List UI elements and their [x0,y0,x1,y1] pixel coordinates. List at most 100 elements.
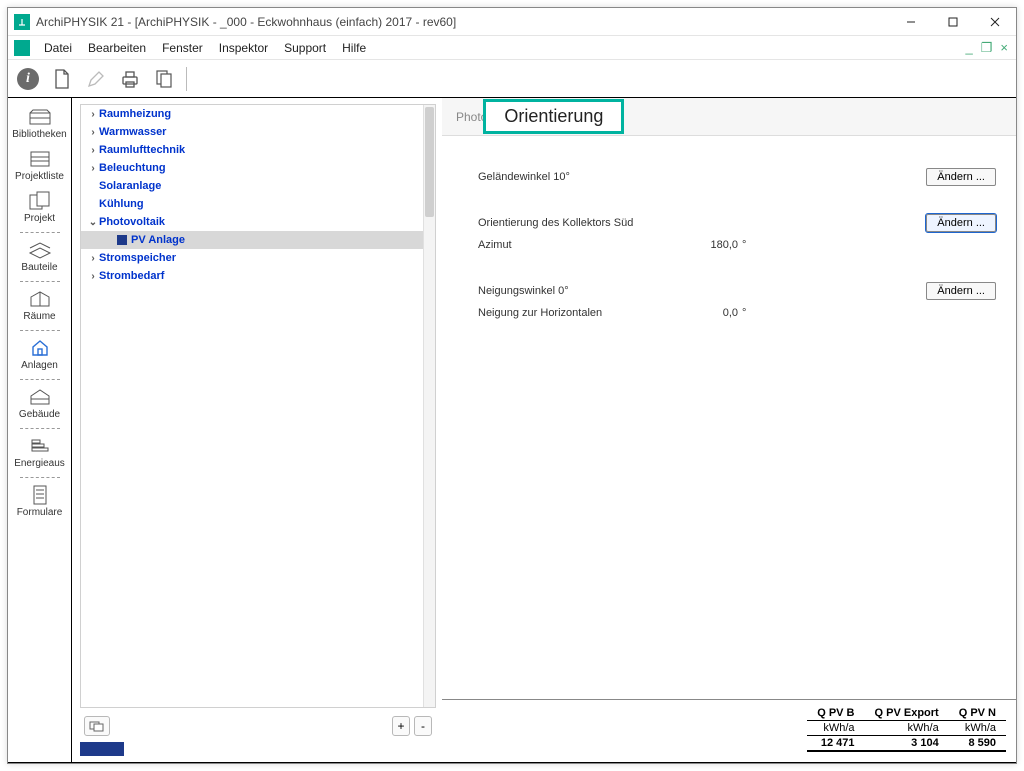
app-icon [14,14,30,30]
pv-node-icon [117,235,127,245]
sidebar-item-gebaeude[interactable]: Gebäude [12,384,68,424]
orientierung-change-button[interactable]: Ändern ... [926,214,996,232]
sidebar-item-anlagen[interactable]: Anlagen [12,335,68,375]
sidebar-label: Energieaus [14,458,65,469]
chevron-right-icon: › [87,127,99,138]
tree[interactable]: ›Raumheizung ›Warmwasser ›Raumlufttechni… [80,104,436,708]
totals: Q PV B Q PV Export Q PV N kWh/a kWh/a kW… [442,699,1016,762]
totals-unit: kWh/a [865,721,949,736]
gelaendewinkel-change-button[interactable]: Ändern ... [926,168,996,186]
sidebar-item-projektliste[interactable]: Projektliste [12,146,68,186]
totals-value: 8 590 [949,736,1006,752]
azimut-label: Azimut [478,239,678,251]
sidebar-item-raeume[interactable]: Räume [12,286,68,326]
close-button[interactable] [974,8,1016,36]
sidebar-item-projekt[interactable]: Projekt [12,188,68,228]
mdi-restore-icon[interactable]: ❐ [977,40,997,56]
tree-item-beleuchtung[interactable]: ›Beleuchtung [81,159,435,177]
rooms-icon [27,288,53,310]
info-button[interactable]: i [14,65,42,93]
tree-toolbar: + - [80,716,436,736]
maximize-button[interactable] [932,8,974,36]
tab-orientierung[interactable]: Orientierung [483,99,624,134]
library-icon [27,106,53,128]
sidebar-item-bibliotheken[interactable]: Bibliotheken [12,104,68,144]
orientierung-label: Orientierung des Kollektors Süd [478,217,678,229]
totals-value: 3 104 [865,736,949,752]
menu-app-icon [14,40,30,56]
minimize-button[interactable] [890,8,932,36]
chevron-right-icon: › [87,145,99,156]
group-orientierung: Orientierung des Kollektors Süd Ändern .… [478,212,996,256]
menu-fenster[interactable]: Fenster [154,41,211,55]
tree-remove-button[interactable]: - [414,716,432,736]
menu-support[interactable]: Support [276,41,334,55]
tree-panel: ›Raumheizung ›Warmwasser ›Raumlufttechni… [72,98,442,762]
neigung-change-button[interactable]: Ändern ... [926,282,996,300]
forms-icon [27,484,53,506]
chevron-down-icon: ⌄ [87,217,99,228]
totals-header: Q PV B [807,706,864,721]
new-file-button[interactable] [48,65,76,93]
sidebar-item-energieausweis[interactable]: Energieaus [12,433,68,473]
detail-panel: Photo Orientierung Geländewinkel 10° Änd… [442,98,1016,762]
azimut-unit: ° [738,239,754,251]
project-list-icon [27,148,53,170]
totals-header: Q PV Export [865,706,949,721]
tree-item-stromspeicher[interactable]: ›Stromspeicher [81,249,435,267]
project-icon [27,190,53,212]
sidebar: Bibliotheken Projektliste Projekt Bautei… [8,98,72,762]
menu-bearbeiten[interactable]: Bearbeiten [80,41,154,55]
sidebar-divider [20,477,60,478]
sidebar-label: Projektliste [15,171,64,182]
totals-value: 12 471 [807,736,864,752]
print-button[interactable] [116,65,144,93]
sidebar-divider [20,379,60,380]
tree-add-button[interactable]: + [392,716,410,736]
totals-unit: kWh/a [949,721,1006,736]
tree-duplicate-button[interactable] [84,716,110,736]
sidebar-item-formulare[interactable]: Formulare [12,482,68,522]
sidebar-item-bauteile[interactable]: Bauteile [12,237,68,277]
components-icon [27,239,53,261]
edit-button[interactable] [82,65,110,93]
mdi-minimize-icon[interactable]: _ [962,40,977,55]
menu-datei[interactable]: Datei [36,41,80,55]
sidebar-label: Projekt [24,213,55,224]
building-icon [27,386,53,408]
neigung-horizontal-value: 0,0 [678,307,738,319]
sidebar-label: Anlagen [21,360,58,371]
group-neigung: Neigungswinkel 0° Ändern ... Neigung zur… [478,280,996,324]
menubar: Datei Bearbeiten Fenster Inspektor Suppo… [8,36,1016,60]
tree-scrollbar[interactable] [423,105,435,707]
tree-item-pv-anlage[interactable]: PV Anlage [81,231,435,249]
menu-hilfe[interactable]: Hilfe [334,41,374,55]
tree-item-photovoltaik[interactable]: ⌄Photovoltaik [81,213,435,231]
neigung-horizontal-unit: ° [738,307,754,319]
copy-button[interactable] [150,65,178,93]
tree-item-warmwasser[interactable]: ›Warmwasser [81,123,435,141]
tree-item-kuehlung[interactable]: Kühlung [81,195,435,213]
main-area: Bibliotheken Projektliste Projekt Bautei… [8,98,1016,763]
sidebar-label: Gebäude [19,409,60,420]
totals-header: Q PV N [949,706,1006,721]
mdi-close-icon[interactable]: × [996,40,1012,55]
tab-row: Photo Orientierung [442,98,1016,136]
neigungswinkel-label: Neigungswinkel 0° [478,285,678,297]
sidebar-label: Räume [23,311,55,322]
group-gelaendewinkel: Geländewinkel 10° Ändern ... [478,166,996,188]
tree-item-raumlufttechnik[interactable]: ›Raumlufttechnik [81,141,435,159]
sidebar-divider [20,428,60,429]
chevron-right-icon: › [87,271,99,282]
sidebar-label: Bibliotheken [12,129,66,140]
neigung-horizontal-label: Neigung zur Horizontalen [478,307,678,319]
sidebar-label: Bauteile [21,262,57,273]
scrollbar-thumb[interactable] [425,107,434,217]
tree-item-raumheizung[interactable]: ›Raumheizung [81,105,435,123]
tree-item-strombedarf[interactable]: ›Strombedarf [81,267,435,285]
chevron-right-icon: › [87,253,99,264]
app-window: ArchiPHYSIK 21 - [ArchiPHYSIK - _000 - E… [7,7,1017,764]
tree-item-solaranlage[interactable]: Solaranlage [81,177,435,195]
sidebar-divider [20,232,60,233]
menu-inspektor[interactable]: Inspektor [211,41,276,55]
